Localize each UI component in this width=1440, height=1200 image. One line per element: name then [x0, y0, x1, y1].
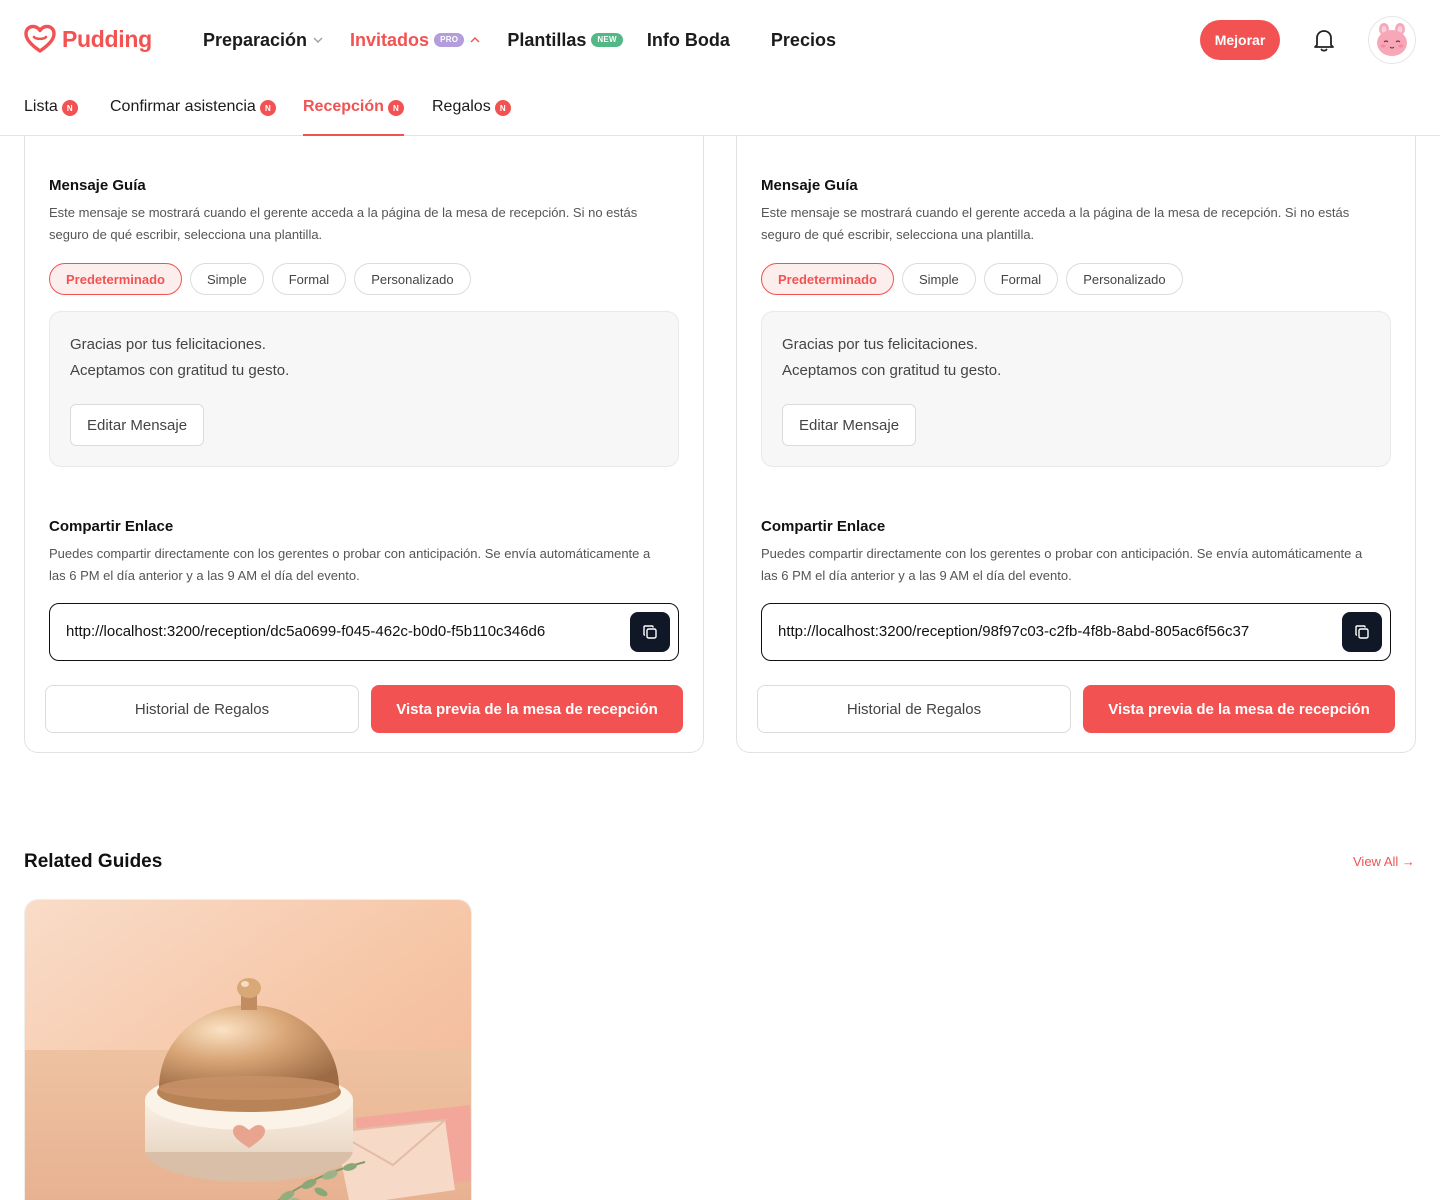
nav-item-label: Plantillas [507, 29, 587, 50]
guide-message-description: Este mensaje se mostrará cuando el geren… [761, 202, 1381, 246]
guide-card[interactable] [24, 899, 472, 1200]
reception-link-field[interactable]: http://localhost:3200/reception/dc5a0699… [49, 603, 679, 661]
description-line: las 6 PM el día anterior y a las 9 AM el… [761, 568, 1072, 583]
heart-logo-icon [24, 24, 56, 53]
description-line: seguro de qué escribir, selecciona una p… [49, 227, 323, 242]
tab-confirmar-asistencia[interactable]: Confirmar asistencia N [110, 98, 276, 136]
tab-lista[interactable]: Lista N [24, 98, 78, 136]
tab-label: Recepción [303, 98, 384, 115]
description-line: las 6 PM el día anterior y a las 9 AM el… [49, 568, 360, 583]
top-navigation-bar: Pudding Preparación Invitados PRO Planti… [0, 0, 1440, 80]
reception-link-field[interactable]: http://localhost:3200/reception/98f97c03… [761, 603, 1391, 661]
brand-name: Pudding [62, 25, 152, 52]
message-preview-box: Gracias por tus felicitaciones. Aceptamo… [761, 311, 1391, 467]
nav-item-label: Precios [770, 29, 836, 50]
description-line: Puedes compartir directamente con los ge… [49, 546, 651, 561]
gift-history-button[interactable]: Historial de Regalos [757, 685, 1071, 733]
message-line: Gracias por tus felicitaciones. [782, 336, 978, 353]
nav-item-preparacion[interactable]: Preparación [203, 30, 324, 51]
share-link-description: Puedes compartir directamente con los ge… [49, 543, 669, 587]
bunny-avatar-icon [1377, 23, 1407, 56]
message-line: Aceptamos con gratitud tu gesto. [70, 362, 290, 379]
description-line: seguro de qué escribir, selecciona una p… [761, 227, 1035, 242]
nav-item-label: Preparación [203, 29, 308, 50]
description-line: Puedes compartir directamente con los ge… [761, 546, 1363, 561]
reception-card: Mensaje Guía Este mensaje se mostrará cu… [736, 110, 1416, 753]
upgrade-button[interactable]: Mejorar [1200, 20, 1280, 60]
new-dot-badge: N [61, 100, 78, 116]
copy-link-button[interactable] [1342, 612, 1382, 652]
new-dot-badge: N [494, 100, 511, 116]
description-line: Este mensaje se mostrará cuando el geren… [49, 205, 638, 220]
guide-message-description: Este mensaje se mostrará cuando el geren… [49, 202, 669, 246]
reception-link-url[interactable]: http://localhost:3200/reception/dc5a0699… [66, 623, 545, 640]
nav-item-invitados[interactable]: Invitados PRO [350, 30, 481, 51]
template-predeterminado[interactable]: Predeterminado [761, 263, 894, 295]
tab-regalos[interactable]: Regalos N [432, 98, 511, 136]
copy-link-button[interactable] [630, 612, 670, 652]
share-link-description: Puedes compartir directamente con los ge… [761, 543, 1381, 587]
template-personalizado[interactable]: Personalizado [354, 263, 471, 295]
share-link-title: Compartir Enlace [761, 518, 886, 535]
new-badge: NEW [591, 33, 623, 47]
pudding-logo[interactable]: Pudding [24, 24, 152, 54]
reception-bell-illustration [25, 900, 471, 1200]
edit-message-button[interactable]: Editar Mensaje [782, 404, 917, 446]
tab-label: Regalos [432, 98, 491, 115]
copy-icon [643, 625, 657, 639]
gift-history-button[interactable]: Historial de Regalos [45, 685, 359, 733]
nav-item-label: Info Boda [646, 29, 730, 50]
message-line: Aceptamos con gratitud tu gesto. [782, 362, 1002, 379]
message-preview-box: Gracias por tus felicitaciones. Aceptamo… [49, 311, 679, 467]
reception-link-url[interactable]: http://localhost:3200/reception/98f97c03… [778, 623, 1249, 640]
template-predeterminado[interactable]: Predeterminado [49, 263, 182, 295]
template-selector: Predeterminado Simple Formal Personaliza… [761, 263, 1183, 295]
nav-item-precios[interactable]: Precios [771, 30, 836, 51]
tab-recepcion[interactable]: Recepción N [303, 98, 404, 136]
tab-label: Lista [24, 98, 58, 115]
template-selector: Predeterminado Simple Formal Personaliza… [49, 263, 471, 295]
pro-badge: PRO [434, 33, 465, 47]
view-all-link[interactable]: View All → [1353, 854, 1415, 869]
nav-item-plantillas[interactable]: Plantillas NEW [507, 30, 623, 51]
guest-subtabs: Lista N Confirmar asistencia N Recepción… [0, 80, 1440, 136]
reception-preview-button[interactable]: Vista previa de la mesa de recepción [1083, 685, 1395, 733]
tab-label: Confirmar asistencia [110, 98, 256, 115]
user-avatar[interactable] [1368, 16, 1416, 64]
nav-item-info-boda[interactable]: Info Boda [647, 30, 730, 51]
nav-item-label: Invitados [350, 29, 430, 50]
bell-icon[interactable] [1310, 26, 1338, 54]
template-simple[interactable]: Simple [189, 263, 264, 295]
guide-message-title: Mensaje Guía [761, 177, 858, 194]
share-link-title: Compartir Enlace [49, 518, 174, 535]
guide-message-title: Mensaje Guía [49, 177, 146, 194]
new-dot-badge: N [387, 100, 404, 116]
main-nav: Preparación Invitados PRO Plantillas NEW… [203, 26, 836, 54]
template-personalizado[interactable]: Personalizado [1066, 263, 1183, 295]
new-dot-badge: N [259, 100, 276, 116]
reception-preview-button[interactable]: Vista previa de la mesa de recepción [371, 685, 683, 733]
description-line: Este mensaje se mostrará cuando el geren… [761, 205, 1350, 220]
template-formal[interactable]: Formal [983, 263, 1059, 295]
related-guides-title: Related Guides [24, 851, 163, 872]
template-simple[interactable]: Simple [901, 263, 976, 295]
chevron-up-icon [470, 37, 480, 43]
reception-card: Mensaje Guía Este mensaje se mostrará cu… [24, 110, 704, 753]
message-line: Gracias por tus felicitaciones. [70, 336, 266, 353]
copy-icon [1355, 625, 1369, 639]
chevron-down-icon [313, 37, 323, 43]
edit-message-button[interactable]: Editar Mensaje [70, 404, 205, 446]
template-formal[interactable]: Formal [271, 263, 347, 295]
